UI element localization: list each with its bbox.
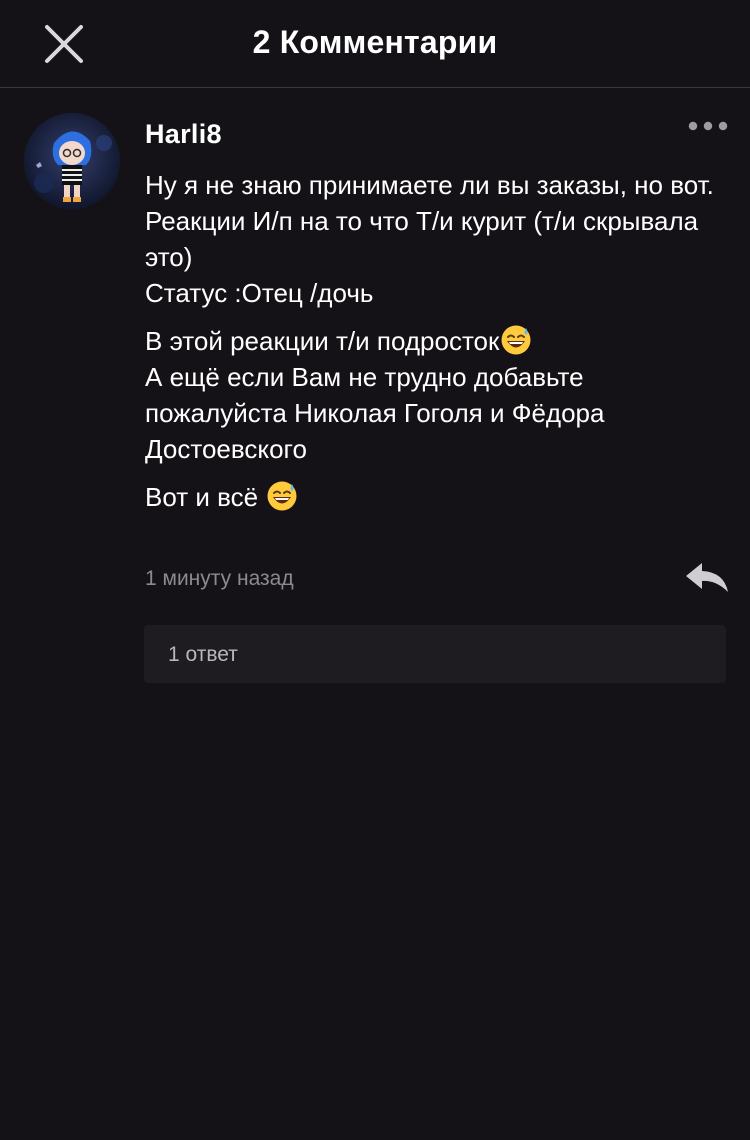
reply-arrow-icon	[686, 563, 728, 592]
grinning-sweat-emoji-icon	[501, 325, 531, 355]
view-replies-button[interactable]: 1 ответ	[144, 625, 726, 683]
grinning-sweat-emoji-icon	[267, 481, 297, 511]
comment-text: Вот и всё	[145, 482, 266, 512]
avatar-image	[24, 113, 120, 209]
replies-count-label: 1 ответ	[168, 643, 238, 666]
comment-body: Ну я не знаю принимаете ли вы заказы, но…	[145, 167, 720, 527]
comment-paragraph: В этой реакции т/и подросток	[145, 323, 720, 359]
reply-button[interactable]	[684, 559, 730, 595]
comment-timestamp: 1 минуту назад	[145, 567, 294, 590]
comment-text: В этой реакции т/и подросток	[145, 326, 500, 356]
comment-author[interactable]: Harli8	[145, 119, 222, 150]
avatar[interactable]	[24, 113, 120, 209]
comment-paragraph: А ещё если Вам не трудно добавьте пожалу…	[145, 362, 605, 464]
more-horizontal-icon	[688, 121, 728, 131]
page-title: 2 Комментарии	[252, 24, 498, 60]
comments-header: 2 Комментарии	[0, 0, 750, 88]
comment-paragraph: Ну я не знаю принимаете ли вы заказы, но…	[145, 170, 714, 308]
more-options-button[interactable]	[688, 119, 728, 133]
comment-paragraph: Вот и всё	[145, 479, 720, 515]
